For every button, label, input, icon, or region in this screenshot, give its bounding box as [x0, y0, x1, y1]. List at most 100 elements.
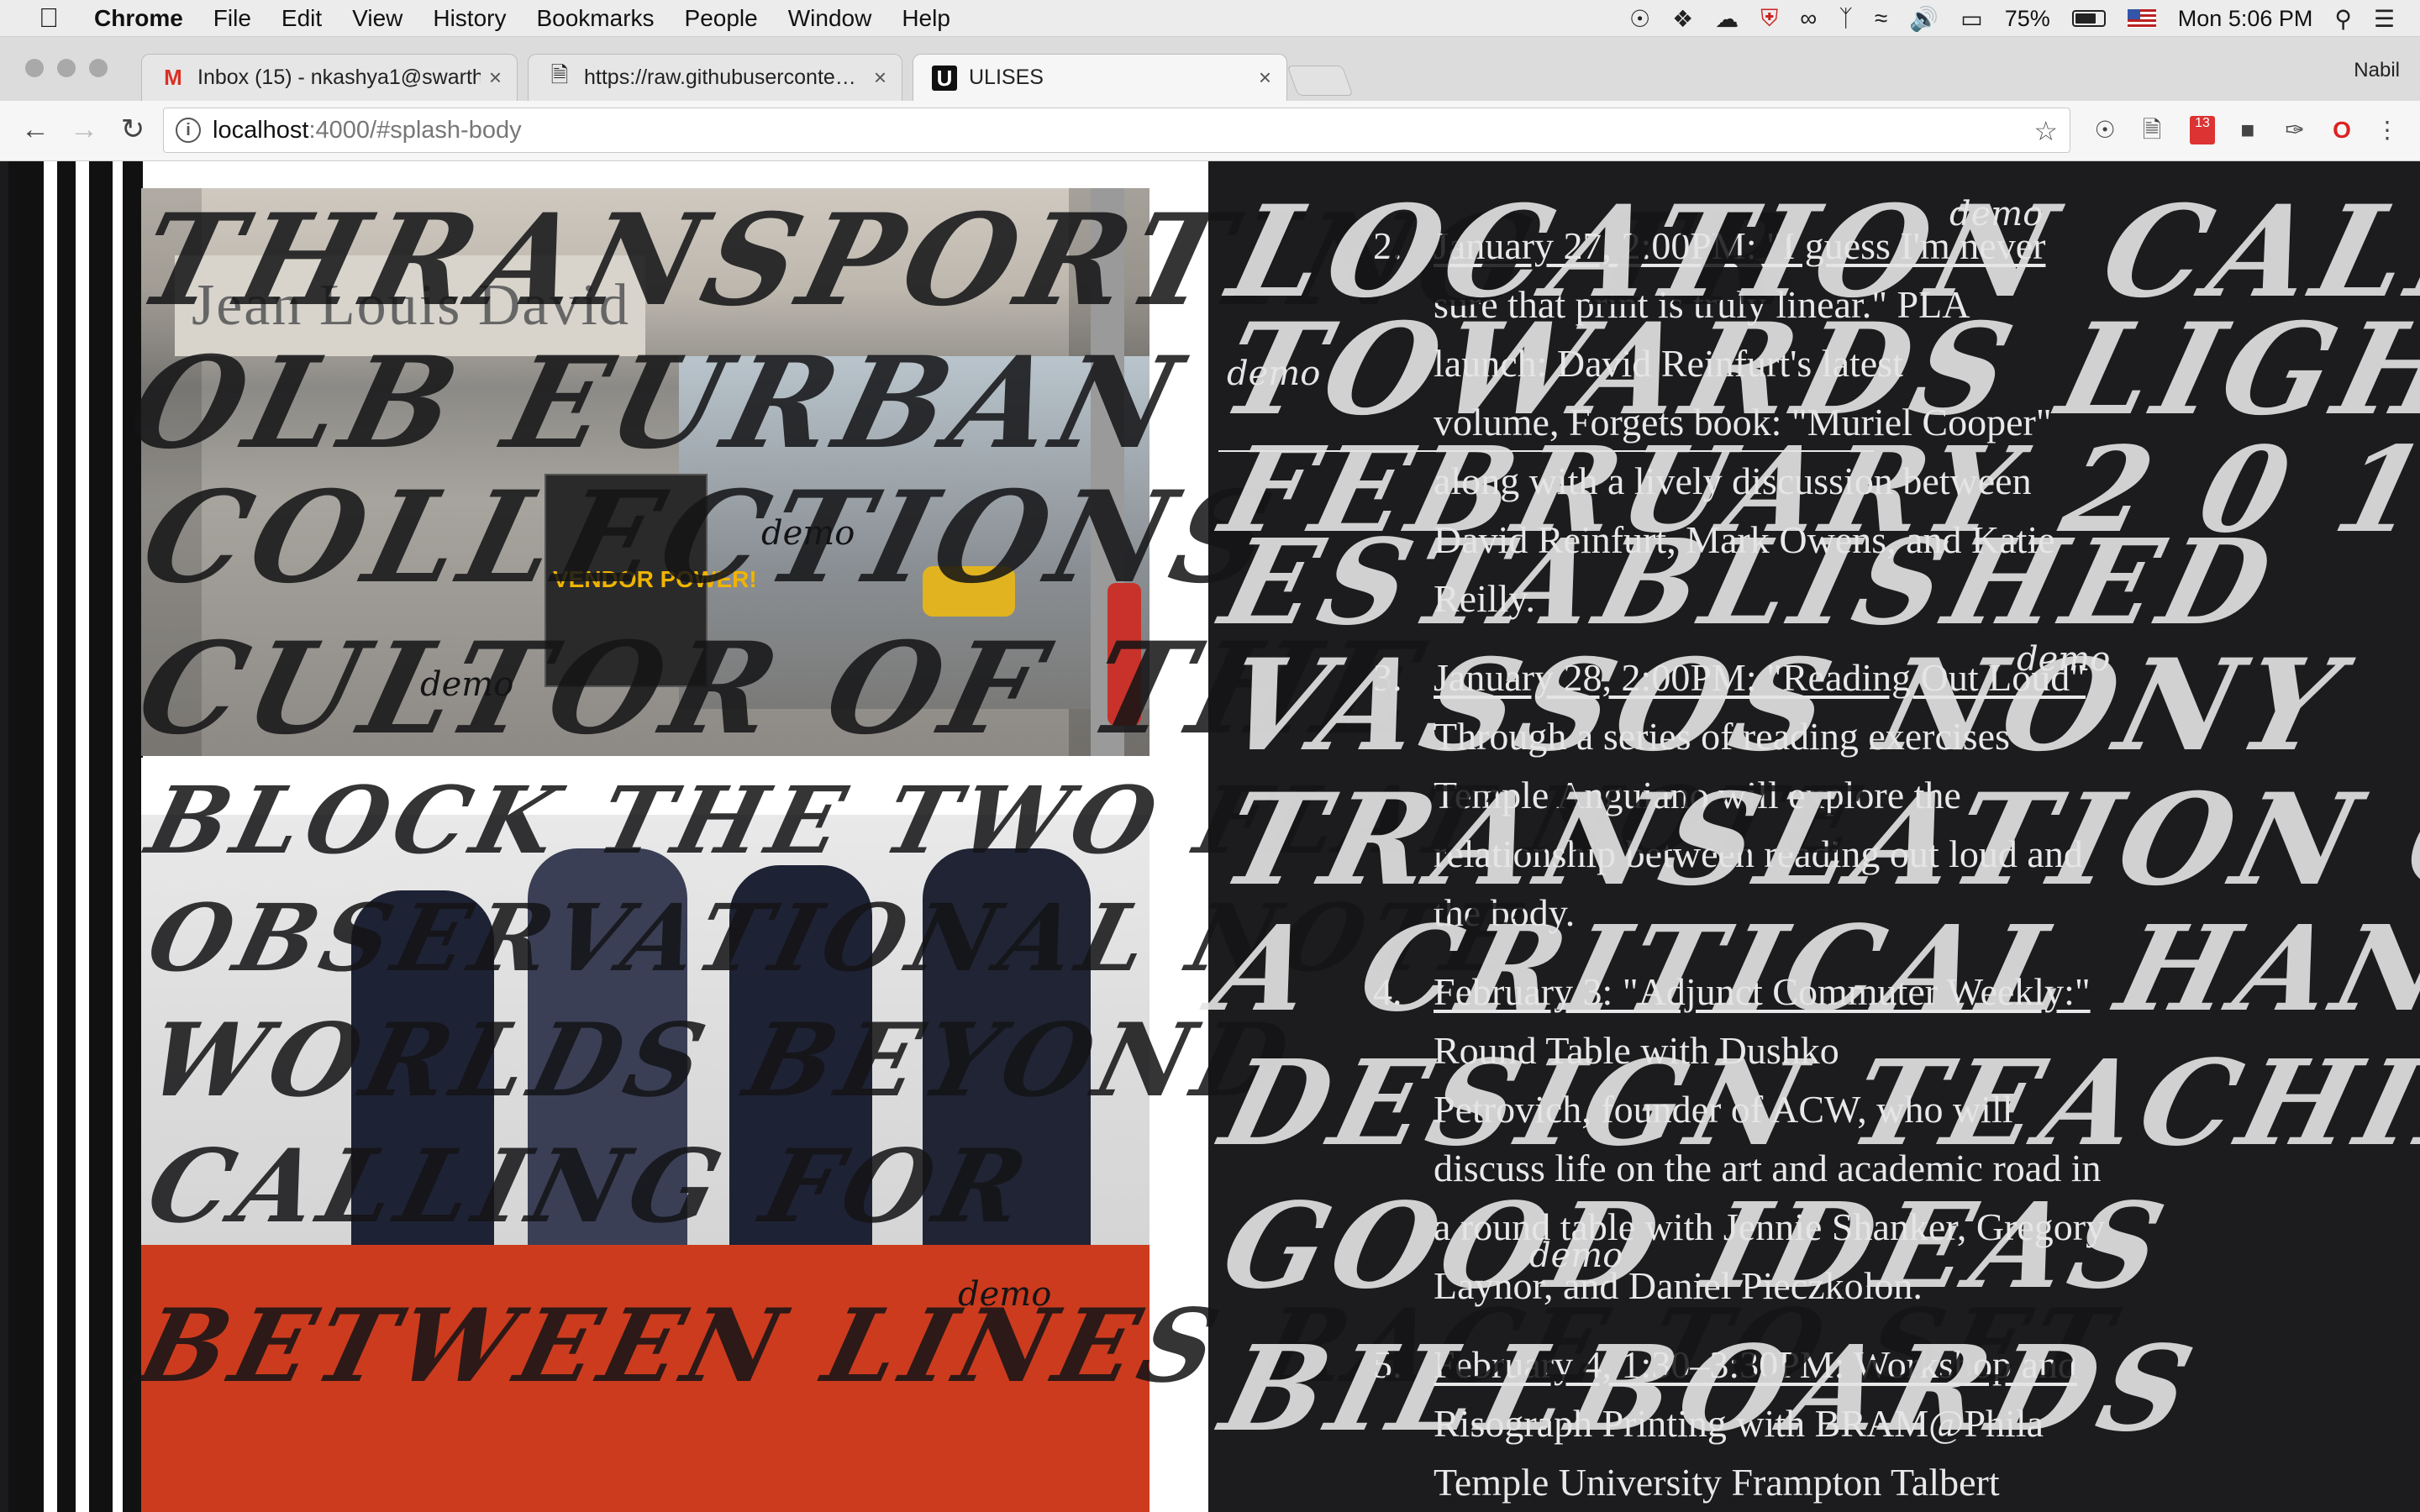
street-scene — [679, 356, 1150, 709]
event-item[interactable]: 4. February 3: "Adjunct Commuter Weekly:… — [1373, 963, 2324, 1315]
menu-status-area: ☉ ❖ ☁ ⛨ ∞ ᛉ ≈ 🔊 ▭ 75% Mon 5:06 PM ⚲ ☰ — [1629, 0, 2395, 37]
white-strip — [141, 758, 1150, 815]
event-item[interactable]: 3. January 28, 2:00PM: "Reading Out Loud… — [1373, 648, 2324, 942]
menu-bookmarks[interactable]: Bookmarks — [536, 5, 654, 32]
document-extension-icon[interactable]: 🗎 — [2136, 114, 2168, 146]
close-tab-icon[interactable]: × — [874, 65, 886, 91]
event-heading[interactable]: January 27, 2:00PM: "I guess I'm never — [1434, 217, 2324, 276]
menu-people[interactable]: People — [685, 5, 758, 32]
page-viewport: Jean Louis David VENDOR POWER! 2. Januar… — [0, 161, 2420, 1512]
event-item[interactable]: 5. February 4, 1:30–3:30PM: Workshop and… — [1373, 1336, 2324, 1512]
close-tab-icon[interactable]: × — [1259, 65, 1271, 91]
close-window-icon[interactable] — [25, 59, 44, 77]
volume-icon[interactable]: 🔊 — [1909, 5, 1939, 33]
event-body: volume, Forgets book: "Muriel Cooper" — [1434, 401, 2052, 444]
scribble-stripe — [123, 161, 143, 1512]
menu-edit[interactable]: Edit — [281, 5, 322, 32]
event-body: discuss life on the art and academic roa… — [1434, 1147, 2102, 1189]
menu-app-name[interactable]: Chrome — [94, 5, 183, 32]
events-panel: 2. January 27, 2:00PM: "I guess I'm neve… — [1208, 161, 2420, 1512]
dropbox-icon[interactable]: ❖ — [1672, 5, 1693, 33]
event-body: Petrovich, founder of ACW, who will — [1434, 1088, 2013, 1131]
bluetooth-icon[interactable]: ᛉ — [1839, 5, 1853, 32]
event-body: Round Table with Dushko — [1434, 1029, 1839, 1072]
menu-history[interactable]: History — [433, 5, 506, 32]
condiment-bottle — [1107, 583, 1141, 726]
cloud-icon[interactable]: ☁ — [1715, 5, 1739, 33]
event-body: Reilly. — [1434, 577, 1535, 620]
facade-lettering: Jean Louis David — [192, 273, 630, 338]
1password-extension-icon[interactable]: ☉ — [2089, 114, 2121, 146]
menu-view[interactable]: View — [352, 5, 402, 32]
event-heading[interactable]: January 28, 2:00PM: "Reading Out Loud" — [1434, 648, 2324, 707]
event-number: 2. — [1373, 224, 1402, 267]
profile-button[interactable]: Nabil — [2354, 59, 2400, 82]
event-heading[interactable]: February 4, 1:30–3:30PM: Workshop and — [1434, 1336, 2324, 1394]
tab-label: https://raw.githubuserconte… — [584, 66, 856, 89]
event-item[interactable]: 2. January 27, 2:00PM: "I guess I'm neve… — [1373, 217, 2324, 628]
event-body: the body. — [1434, 891, 1576, 934]
event-body: sure that print is truly linear." PLA — [1434, 283, 1970, 326]
tab-github-raw[interactable]: 🗎 https://raw.githubuserconte… × — [528, 54, 902, 101]
left-edge-bar — [0, 161, 8, 1512]
new-tab-button[interactable] — [1286, 66, 1354, 96]
event-body: relationship between reading out loud an… — [1434, 832, 2083, 875]
info-icon[interactable]: i — [176, 118, 201, 143]
url-host: localhost — [213, 116, 309, 144]
tab-label: ULISES — [969, 66, 1044, 89]
menu-window[interactable]: Window — [788, 5, 872, 32]
event-number: 3. — [1373, 656, 1402, 699]
ulises-icon: U — [932, 65, 957, 91]
event-number: 4. — [1373, 970, 1402, 1013]
glasses-icon[interactable]: ∞ — [1800, 5, 1817, 32]
event-heading[interactable]: February 3: "Adjunct Commuter Weekly:" — [1434, 963, 2324, 1021]
tab-gmail[interactable]: M Inbox (15) - nkashya1@swarthm × — [141, 54, 518, 101]
1password-icon[interactable]: ☉ — [1629, 5, 1650, 33]
battery-icon[interactable] — [2071, 10, 2106, 27]
tab-ulises[interactable]: U ULISES × — [913, 54, 1287, 101]
macos-menu-bar:  Chrome File Edit View History Bookmark… — [0, 0, 2420, 37]
column-gap — [1150, 161, 1208, 1512]
menu-help[interactable]: Help — [902, 5, 950, 32]
eyedropper-extension-icon[interactable]: ✑ — [2279, 114, 2311, 146]
events-list: 2. January 27, 2:00PM: "I guess I'm neve… — [1373, 217, 2324, 1512]
minimize-window-icon[interactable] — [57, 59, 76, 77]
flag-icon[interactable] — [2127, 9, 2156, 28]
left-scribble-column — [8, 161, 143, 1512]
event-body: launch: David Reinfurt's latest — [1434, 342, 1903, 385]
battery-percent: 75% — [2004, 5, 2050, 31]
chrome-toolbar: ← → ↻ i localhost:4000/#splash-body ☆ ☉ … — [0, 101, 2420, 161]
menu-file[interactable]: File — [213, 5, 251, 32]
back-arrow-icon[interactable]: ← — [17, 111, 54, 148]
event-body: Through a series of reading exercises — [1434, 715, 2010, 758]
event-body: Temple Anguiano will explore the — [1434, 774, 1961, 816]
wifi-icon[interactable]: ≈ — [1875, 5, 1887, 32]
event-body: Risograph Printing with BRAM@Phila — [1434, 1402, 2044, 1445]
scribble-stripe — [57, 161, 76, 1512]
search-icon[interactable]: ⚲ — [2334, 5, 2352, 33]
address-bar[interactable]: i localhost:4000/#splash-body ☆ — [163, 108, 2070, 153]
document-icon: 🗎 — [550, 61, 569, 87]
reload-icon[interactable]: ↻ — [114, 111, 151, 148]
calendar-extension-icon[interactable]: 13 — [2190, 116, 2215, 144]
event-body: along with a lively discussion between — [1434, 459, 2032, 502]
event-body: a round table with Jennie Shanker, Grego… — [1434, 1205, 2106, 1248]
list-icon[interactable]: ☰ — [2374, 5, 2395, 33]
close-tab-icon[interactable]: × — [489, 65, 502, 91]
zoom-window-icon[interactable] — [89, 59, 108, 77]
shield-icon[interactable]: ⛨ — [1760, 5, 1778, 33]
window-controls — [25, 59, 108, 77]
scribble-stripe — [8, 161, 44, 1512]
cookie-extension-icon[interactable]: ■ — [2232, 114, 2264, 146]
bookmark-star-icon[interactable]: ☆ — [2033, 115, 2058, 147]
opera-extension-icon[interactable]: O — [2326, 114, 2358, 146]
tab-label: Inbox (15) - nkashya1@swarthm — [197, 66, 481, 89]
calendar-badge: 13 — [2195, 116, 2210, 130]
event-body: David Reinfurt, Mark Owens, and Katie — [1434, 518, 2055, 561]
chrome-menu-icon[interactable]: ⋮ — [2371, 114, 2403, 146]
forward-arrow-icon[interactable]: → — [66, 111, 103, 148]
menu-clock[interactable]: Mon 5:06 PM — [2178, 6, 2313, 32]
airplay-icon[interactable]: ▭ — [1960, 5, 1982, 33]
apple-menu-icon[interactable]:  — [32, 3, 66, 34]
book-cover-lettering: VENDOR POWER! — [553, 566, 757, 592]
